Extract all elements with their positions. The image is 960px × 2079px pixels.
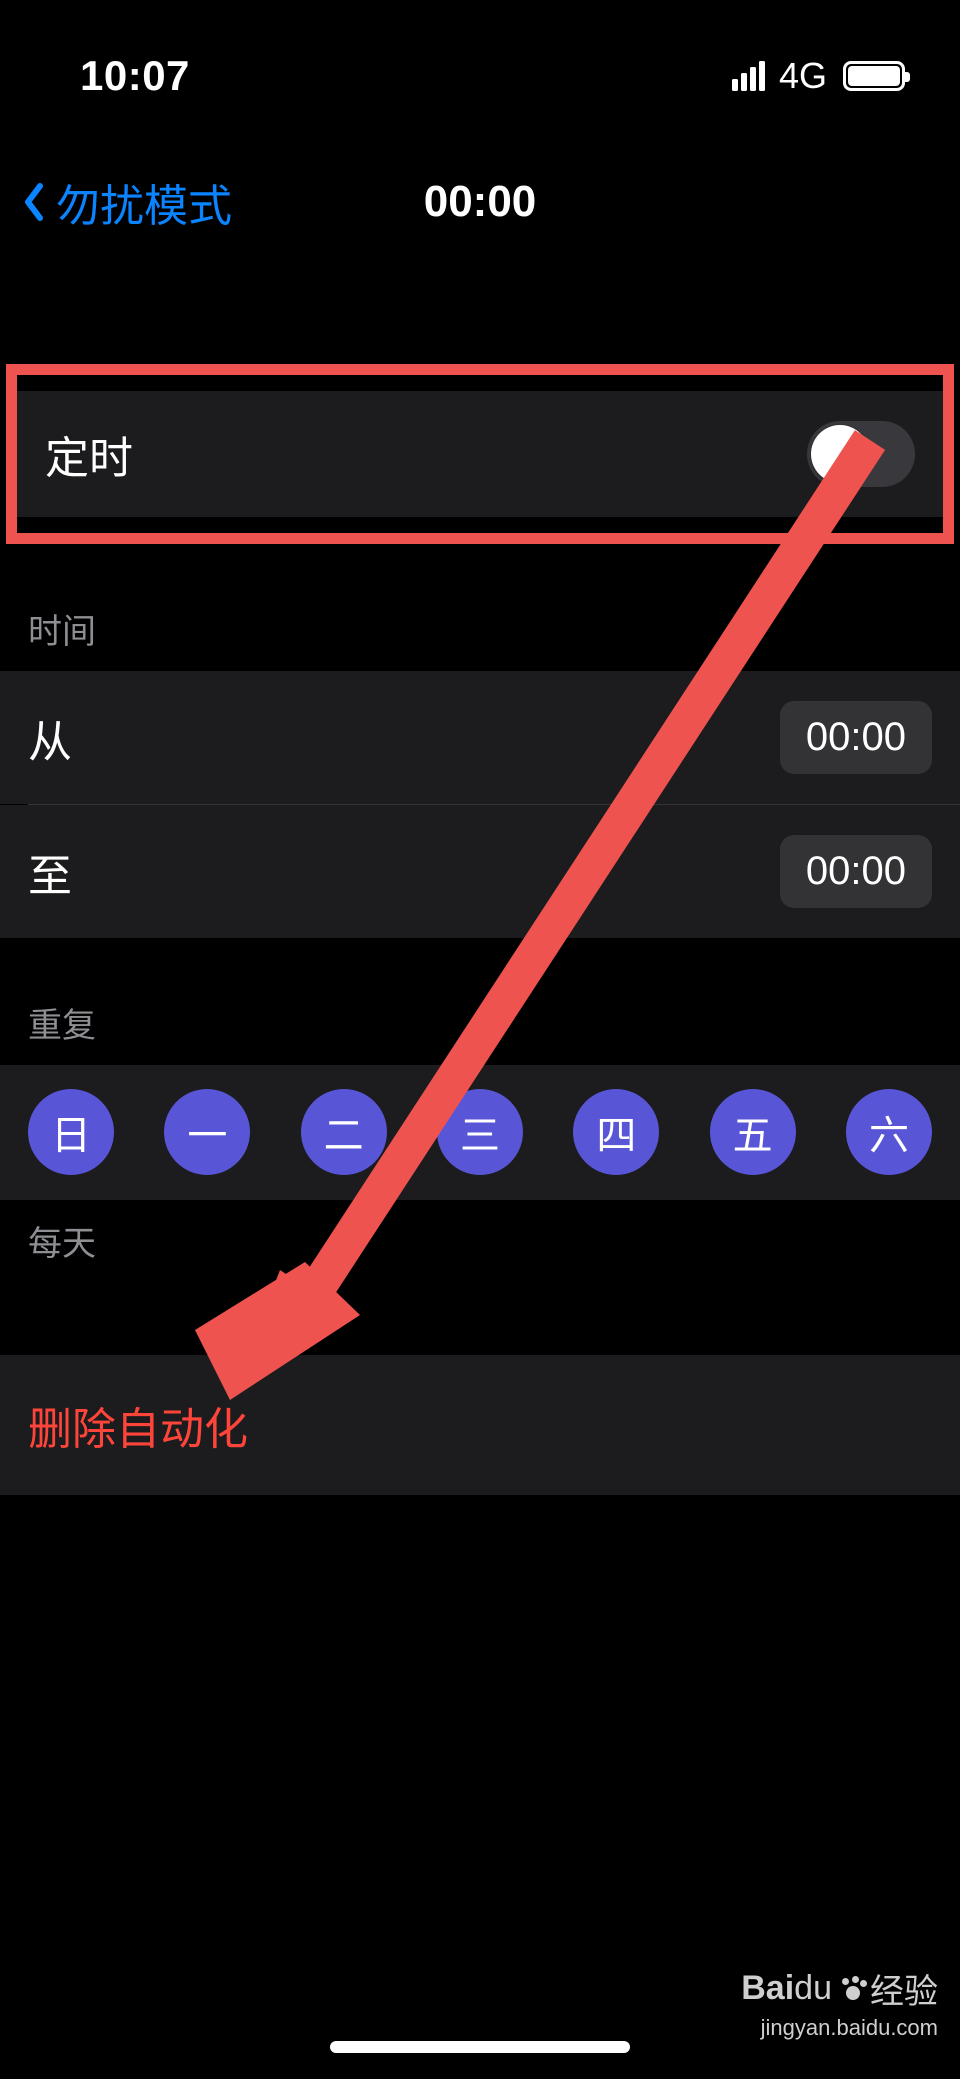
day-friday[interactable]: 五 bbox=[710, 1089, 796, 1175]
status-bar: 10:07 4G bbox=[0, 0, 960, 110]
signal-icon bbox=[732, 61, 765, 91]
time-section-header: 时间 bbox=[0, 544, 960, 671]
delete-automation-row[interactable]: 删除自动化 bbox=[0, 1355, 960, 1495]
repeat-footer: 每天 bbox=[0, 1199, 960, 1325]
home-indicator[interactable] bbox=[330, 2041, 630, 2053]
time-to-label: 至 bbox=[28, 840, 72, 904]
watermark-brand-3: 经验 bbox=[870, 1964, 938, 2013]
day-tuesday[interactable]: 二 bbox=[301, 1089, 387, 1175]
time-to-value[interactable]: 00:00 bbox=[780, 835, 932, 908]
day-saturday[interactable]: 六 bbox=[846, 1089, 932, 1175]
battery-icon bbox=[843, 61, 905, 91]
paw-icon bbox=[840, 1976, 866, 2002]
schedule-toggle[interactable] bbox=[807, 421, 915, 487]
day-sunday[interactable]: 日 bbox=[28, 1089, 114, 1175]
watermark-brand-1: Bai bbox=[741, 1969, 794, 2007]
time-from-label: 从 bbox=[28, 706, 72, 770]
chevron-left-icon bbox=[20, 180, 46, 224]
toggle-knob bbox=[811, 425, 869, 483]
watermark-url: jingyan.baidu.com bbox=[741, 2015, 938, 2041]
back-label: 勿扰模式 bbox=[56, 170, 232, 234]
repeat-section-header: 重复 bbox=[0, 938, 960, 1065]
delete-automation-label: 删除自动化 bbox=[28, 1393, 932, 1457]
annotation-highlight-box: 定时 bbox=[6, 364, 954, 544]
time-from-value[interactable]: 00:00 bbox=[780, 701, 932, 774]
nav-bar: 勿扰模式 00:00 bbox=[0, 110, 960, 284]
day-thursday[interactable]: 四 bbox=[573, 1089, 659, 1175]
day-wednesday[interactable]: 三 bbox=[437, 1089, 523, 1175]
watermark-brand-2: du bbox=[794, 1969, 832, 2007]
page-title: 00:00 bbox=[424, 177, 537, 227]
baidu-watermark: Baidu 经验 jingyan.baidu.com bbox=[741, 1964, 938, 2041]
time-from-row[interactable]: 从 00:00 bbox=[0, 671, 960, 804]
repeat-days-row: 日 一 二 三 四 五 六 bbox=[0, 1065, 960, 1199]
day-monday[interactable]: 一 bbox=[164, 1089, 250, 1175]
schedule-toggle-row[interactable]: 定时 bbox=[17, 391, 943, 517]
back-button[interactable]: 勿扰模式 bbox=[20, 170, 232, 234]
time-to-row[interactable]: 至 00:00 bbox=[0, 805, 960, 938]
status-icons: 4G bbox=[732, 55, 905, 97]
status-time: 10:07 bbox=[80, 52, 190, 100]
schedule-toggle-label: 定时 bbox=[45, 422, 133, 486]
network-label: 4G bbox=[779, 55, 827, 97]
